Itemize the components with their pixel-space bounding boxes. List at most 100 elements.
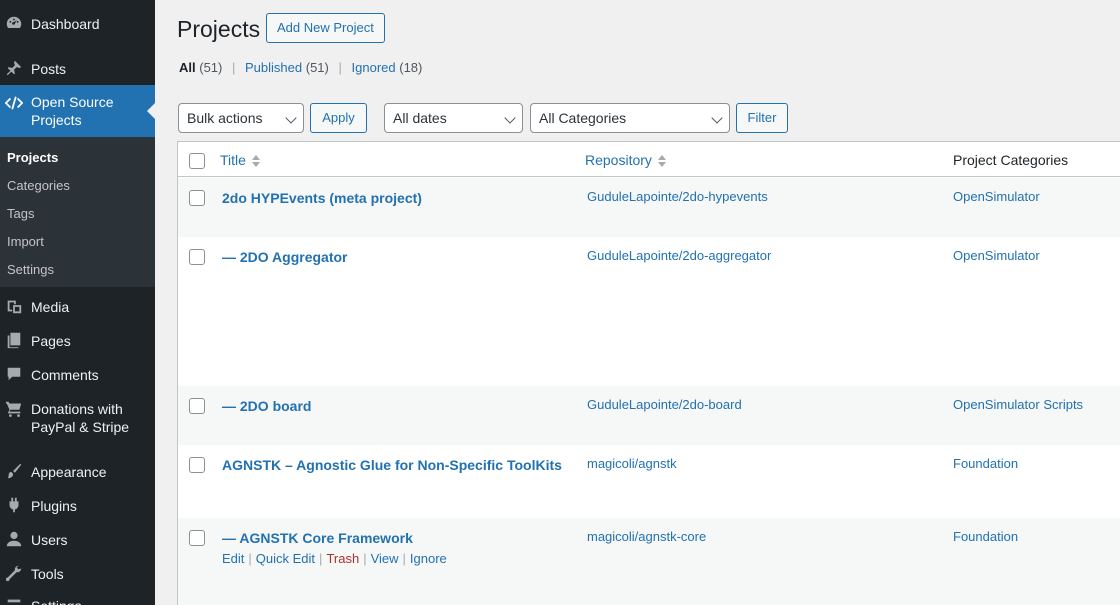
menu-item-plugins[interactable]: Plugins	[0, 495, 155, 517]
quick-edit-link[interactable]: Quick Edit	[256, 551, 315, 566]
submenu-item-import[interactable]: Import	[7, 234, 44, 250]
row-checkbox[interactable]	[189, 457, 205, 473]
brush-icon	[4, 461, 24, 481]
row-actions: Edit | Quick Edit | Trash | View | Ignore	[222, 551, 447, 567]
user-icon	[4, 529, 24, 549]
project-title-link[interactable]: 2do HYPEvents (meta project)	[222, 189, 422, 207]
pin-icon	[4, 58, 24, 78]
repository-link[interactable]: magicoli/agnstk	[587, 456, 677, 472]
cart-icon	[4, 398, 24, 418]
ignore-link[interactable]: Ignore	[410, 551, 447, 566]
menu-item-settings[interactable]: Settings	[0, 595, 155, 605]
sort-icon	[251, 155, 260, 168]
repository-link[interactable]: GuduleLapointe/2do-aggregator	[587, 248, 771, 264]
table-row: — 2DO board GuduleLapointe/2do-board Ope…	[178, 386, 1120, 445]
media-icon	[4, 296, 24, 316]
repository-link[interactable]: GuduleLapointe/2do-hypevents	[587, 189, 768, 205]
menu-item-media[interactable]: Media	[0, 296, 155, 318]
view-link[interactable]: View	[371, 551, 399, 566]
view-published-link[interactable]: Published	[245, 60, 302, 75]
admin-sidebar: Dashboard Posts Open Source Projects Pro…	[0, 0, 155, 605]
menu-label: Users	[31, 532, 68, 548]
trash-link[interactable]: Trash	[326, 551, 359, 566]
menu-label: Donations with PayPal & Stripe	[31, 401, 130, 435]
row-checkbox[interactable]	[189, 530, 205, 546]
table-row: — AGNSTK Core Framework magicoli/agnstk-…	[178, 518, 1120, 605]
main-content: Projects Add New Project All (51) | Publ…	[155, 0, 1120, 605]
column-repository-label: Repository	[585, 152, 652, 168]
submenu-item-tags[interactable]: Tags	[7, 206, 34, 222]
chevron-down-icon	[285, 112, 297, 124]
bulk-actions-select[interactable]: Bulk actions	[178, 103, 304, 133]
separator: |	[248, 551, 252, 566]
chevron-down-icon	[504, 112, 516, 124]
project-title-link[interactable]: AGNSTK – Agnostic Glue for Non-Specific …	[222, 456, 562, 474]
menu-label: Tools	[31, 566, 64, 582]
repository-link[interactable]: GuduleLapointe/2do-board	[587, 397, 742, 413]
separator: |	[232, 60, 236, 75]
menu-label: Media	[31, 299, 70, 315]
row-checkbox[interactable]	[189, 249, 205, 265]
submenu-item-categories[interactable]: Categories	[7, 178, 70, 194]
menu-label: Open Source Projects	[31, 94, 114, 128]
category-link[interactable]: Foundation	[953, 456, 1018, 472]
category-link[interactable]: Foundation	[953, 529, 1018, 545]
menu-item-pages[interactable]: Pages	[0, 330, 155, 352]
menu-label: Dashboard	[31, 16, 100, 32]
column-title-label: Title	[220, 152, 246, 168]
row-checkbox[interactable]	[189, 190, 205, 206]
menu-label: Comments	[31, 367, 99, 383]
category-link[interactable]: OpenSimulator	[953, 189, 1040, 205]
apply-button[interactable]: Apply	[310, 103, 367, 133]
menu-item-appearance[interactable]: Appearance	[0, 461, 155, 483]
menu-item-comments[interactable]: Comments	[0, 364, 155, 386]
menu-label: Settings	[31, 597, 82, 605]
submenu-item-projects[interactable]: Projects	[7, 150, 58, 166]
menu-item-users[interactable]: Users	[0, 529, 155, 551]
menu-item-open-source-projects[interactable]: Open Source Projects	[0, 85, 155, 137]
view-ignored-link[interactable]: Ignored	[352, 60, 396, 75]
category-link[interactable]: OpenSimulator Scripts	[953, 397, 1083, 413]
menu-label: Pages	[31, 333, 71, 349]
view-ignored-count: (18)	[399, 60, 423, 75]
view-all-link[interactable]: All	[179, 60, 196, 75]
category-link[interactable]: OpenSimulator	[953, 248, 1040, 264]
pages-icon	[4, 330, 24, 350]
sort-icon	[657, 155, 666, 168]
comments-icon	[4, 364, 24, 384]
projects-table: Title Repository Project Categories 2do …	[177, 141, 1120, 605]
categories-value: All Categories	[539, 110, 627, 126]
separator: |	[319, 551, 323, 566]
table-row: AGNSTK – Agnostic Glue for Non-Specific …	[178, 445, 1120, 518]
add-new-project-button[interactable]: Add New Project	[266, 13, 385, 43]
view-published-count: (51)	[305, 60, 329, 75]
project-title-link[interactable]: — 2DO Aggregator	[222, 248, 348, 266]
categories-select[interactable]: All Categories	[530, 103, 730, 133]
dashboard-icon	[4, 13, 24, 33]
column-title-header[interactable]: Title	[220, 152, 260, 168]
row-checkbox[interactable]	[189, 398, 205, 414]
page-title: Projects	[177, 16, 261, 42]
project-title-link[interactable]: — 2DO board	[222, 397, 311, 415]
menu-item-donations[interactable]: Donations with PayPal & Stripe	[0, 398, 155, 438]
dates-select[interactable]: All dates	[384, 103, 523, 133]
menu-item-tools[interactable]: Tools	[0, 563, 155, 585]
edit-link[interactable]: Edit	[222, 551, 244, 566]
select-all-checkbox[interactable]	[189, 153, 205, 169]
column-categories-header: Project Categories	[953, 152, 1069, 168]
plugin-icon	[4, 495, 24, 515]
menu-item-posts[interactable]: Posts	[0, 58, 155, 80]
menu-label: Posts	[31, 61, 67, 77]
submenu-item-settings[interactable]: Settings	[7, 262, 54, 278]
dates-value: All dates	[393, 110, 447, 126]
submenu: Projects Categories Tags Import Settings	[0, 137, 155, 287]
table-header: Title Repository Project Categories	[178, 142, 1120, 177]
project-title-link[interactable]: — AGNSTK Core Framework	[222, 529, 413, 547]
code-icon	[4, 93, 24, 113]
filter-button[interactable]: Filter	[736, 103, 788, 133]
column-repository-header[interactable]: Repository	[585, 152, 666, 168]
menu-label: Plugins	[31, 498, 77, 514]
repository-link[interactable]: magicoli/agnstk-core	[587, 529, 706, 545]
menu-item-dashboard[interactable]: Dashboard	[0, 13, 155, 35]
table-row: — 2DO Aggregator GuduleLapointe/2do-aggr…	[178, 237, 1120, 386]
